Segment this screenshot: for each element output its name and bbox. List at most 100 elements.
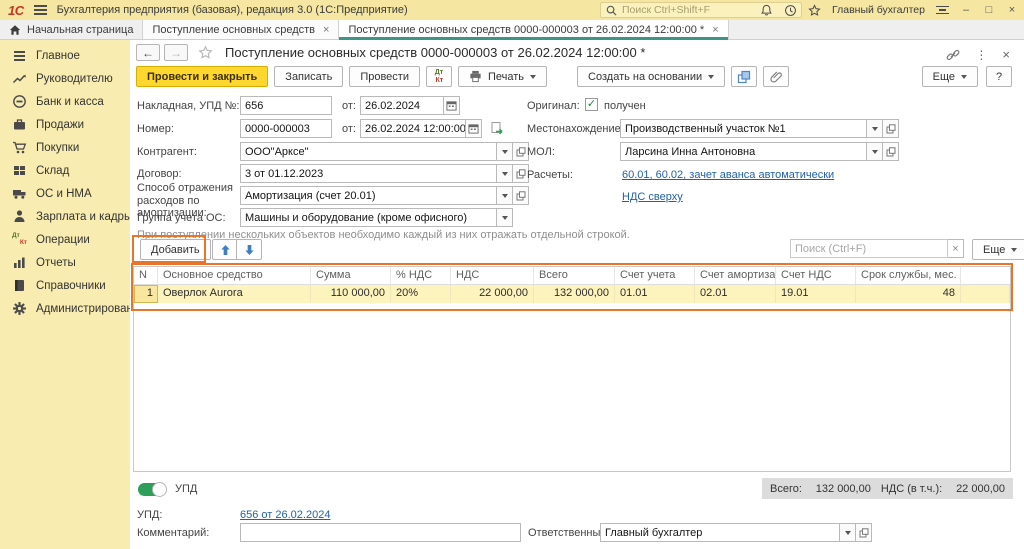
depreciation-open-icon[interactable] bbox=[513, 186, 529, 205]
close-tab-icon[interactable]: × bbox=[323, 24, 329, 36]
col-asset[interactable]: Основное средство bbox=[158, 267, 311, 284]
cell-vat[interactable]: 22 000,00 bbox=[451, 285, 534, 303]
settlements-link[interactable]: 60.01, 60.02, зачет аванса автоматически bbox=[622, 169, 834, 181]
table-search-clear-icon[interactable]: × bbox=[948, 239, 964, 258]
more-dots-icon[interactable]: ⋮ bbox=[975, 48, 987, 62]
tab-document-active[interactable]: Поступление основных средств 0000-000003… bbox=[339, 20, 728, 39]
cell-n[interactable]: 1 bbox=[134, 285, 158, 303]
cell-account[interactable]: 01.01 bbox=[615, 285, 695, 303]
upd-toggle[interactable] bbox=[138, 483, 166, 496]
location-open-icon[interactable] bbox=[883, 119, 899, 138]
edi-button[interactable] bbox=[731, 66, 757, 87]
cell-depr-account[interactable]: 02.01 bbox=[695, 285, 776, 303]
sidebar-item-bank-cash[interactable]: Банк и касса bbox=[0, 90, 130, 113]
doc-number-input[interactable]: 0000-000003 bbox=[240, 119, 332, 138]
service-menu-icon[interactable] bbox=[936, 6, 949, 15]
counterparty-input[interactable]: ООО"Арксе" bbox=[240, 142, 497, 161]
tab-home[interactable]: Начальная страница bbox=[0, 20, 143, 39]
asset-group-input[interactable]: Машины и оборудование (кроме офисного) bbox=[240, 208, 497, 227]
doc-date-calendar-button[interactable] bbox=[466, 119, 482, 138]
sidebar-item-fixed-assets[interactable]: ОС и НМА bbox=[0, 182, 130, 205]
depreciation-input[interactable]: Амортизация (счет 20.01) bbox=[240, 186, 497, 205]
location-input[interactable]: Производственный участок №1 bbox=[620, 119, 867, 138]
table-search-input[interactable]: Поиск (Ctrl+F) bbox=[790, 239, 948, 258]
attachments-button[interactable] bbox=[763, 66, 789, 87]
cell-vat-rate[interactable]: 20% bbox=[391, 285, 451, 303]
col-vat[interactable]: НДС bbox=[451, 267, 534, 284]
tab-document-list[interactable]: Поступление основных средств × bbox=[143, 20, 339, 39]
move-up-button[interactable] bbox=[212, 239, 238, 260]
help-button[interactable]: ? bbox=[986, 66, 1012, 87]
back-icon[interactable]: ← bbox=[136, 44, 160, 61]
doc-datetime-input[interactable]: 26.02.2024 12:00:00 bbox=[360, 119, 466, 138]
write-button[interactable]: Записать bbox=[274, 66, 343, 87]
invoice-date-calendar-button[interactable] bbox=[444, 96, 460, 115]
sidebar-item-directories[interactable]: Справочники bbox=[0, 274, 130, 297]
sidebar-item-warehouse[interactable]: Склад bbox=[0, 159, 130, 182]
asset-group-dropdown-icon[interactable] bbox=[497, 208, 513, 227]
invoice-number-input[interactable]: 656 bbox=[240, 96, 332, 115]
cell-vat-account[interactable]: 19.01 bbox=[776, 285, 856, 303]
col-total[interactable]: Всего bbox=[534, 267, 615, 284]
col-vat-account[interactable]: Счет НДС bbox=[776, 267, 856, 284]
set-time-icon[interactable] bbox=[490, 121, 505, 136]
add-row-button[interactable]: Добавить bbox=[140, 239, 211, 260]
close-window-icon[interactable]: × bbox=[1006, 4, 1018, 16]
mol-input[interactable]: Ларсина Инна Антоновна bbox=[620, 142, 867, 161]
favorites-icon[interactable] bbox=[808, 4, 821, 17]
comment-input[interactable] bbox=[240, 523, 521, 542]
col-depr-account[interactable]: Счет амортизации bbox=[695, 267, 776, 284]
cell-service-months[interactable]: 48 bbox=[856, 285, 961, 303]
table-row[interactable]: 1 Оверлок Aurora 110 000,00 20% 22 000,0… bbox=[134, 285, 1010, 303]
print-button[interactable]: Печать bbox=[458, 66, 547, 87]
sidebar-item-sales[interactable]: Продажи bbox=[0, 113, 130, 136]
sidebar-item-manager[interactable]: Руководителю bbox=[0, 67, 130, 90]
current-user[interactable]: Главный бухгалтер bbox=[832, 4, 925, 16]
close-tab-icon[interactable]: × bbox=[712, 24, 718, 36]
contract-input[interactable]: 3 от 01.12.2023 bbox=[240, 164, 497, 183]
mol-dropdown-icon[interactable] bbox=[867, 142, 883, 161]
star-icon[interactable] bbox=[198, 45, 213, 60]
dtkt-button[interactable]: ДтКт bbox=[426, 66, 452, 87]
cell-asset[interactable]: Оверлок Aurora bbox=[158, 285, 311, 303]
close-form-icon[interactable]: × bbox=[1002, 47, 1010, 62]
history-icon[interactable] bbox=[784, 4, 797, 17]
col-sum[interactable]: Сумма bbox=[311, 267, 391, 284]
col-n[interactable]: N bbox=[134, 267, 158, 284]
location-dropdown-icon[interactable] bbox=[867, 119, 883, 138]
counterparty-dropdown-icon[interactable] bbox=[497, 142, 513, 161]
mol-open-icon[interactable] bbox=[883, 142, 899, 161]
contract-dropdown-icon[interactable] bbox=[497, 164, 513, 183]
move-down-button[interactable] bbox=[236, 239, 262, 260]
sidebar-item-reports[interactable]: Отчеты bbox=[0, 251, 130, 274]
minimize-icon[interactable]: – bbox=[960, 4, 972, 16]
forward-icon[interactable]: → bbox=[164, 44, 188, 61]
form-more-button[interactable]: Еще bbox=[922, 66, 978, 87]
sidebar-item-main[interactable]: Главное bbox=[0, 44, 130, 67]
sidebar-item-payroll-hr[interactable]: Зарплата и кадры bbox=[0, 205, 130, 228]
link-icon[interactable] bbox=[946, 48, 960, 62]
notifications-icon[interactable] bbox=[760, 4, 773, 17]
cell-sum[interactable]: 110 000,00 bbox=[311, 285, 391, 303]
original-checkbox[interactable]: ✓ bbox=[585, 98, 598, 111]
table-more-button[interactable]: Еще bbox=[972, 239, 1024, 260]
maximize-icon[interactable]: □ bbox=[983, 4, 995, 16]
responsible-input[interactable]: Главный бухгалтер bbox=[600, 523, 840, 542]
sidebar-item-purchases[interactable]: Покупки bbox=[0, 136, 130, 159]
cell-total[interactable]: 132 000,00 bbox=[534, 285, 615, 303]
upd-document-link[interactable]: 656 от 26.02.2024 bbox=[240, 509, 330, 521]
post-and-close-button[interactable]: Провести и закрыть bbox=[136, 66, 268, 87]
post-button[interactable]: Провести bbox=[349, 66, 420, 87]
create-on-base-button[interactable]: Создать на основании bbox=[577, 66, 725, 87]
sidebar-item-operations[interactable]: ДтКт Операции bbox=[0, 228, 130, 251]
col-account[interactable]: Счет учета bbox=[615, 267, 695, 284]
responsible-open-icon[interactable] bbox=[856, 523, 872, 542]
responsible-dropdown-icon[interactable] bbox=[840, 523, 856, 542]
col-vat-rate[interactable]: % НДС bbox=[391, 267, 451, 284]
main-menu-icon[interactable] bbox=[34, 5, 47, 15]
depreciation-dropdown-icon[interactable] bbox=[497, 186, 513, 205]
col-service-months[interactable]: Срок службы, мес. bbox=[856, 267, 961, 284]
vat-mode-link[interactable]: НДС сверху bbox=[622, 191, 683, 203]
invoice-date-input[interactable]: 26.02.2024 bbox=[360, 96, 444, 115]
sidebar-item-administration[interactable]: Администрирование bbox=[0, 297, 130, 320]
